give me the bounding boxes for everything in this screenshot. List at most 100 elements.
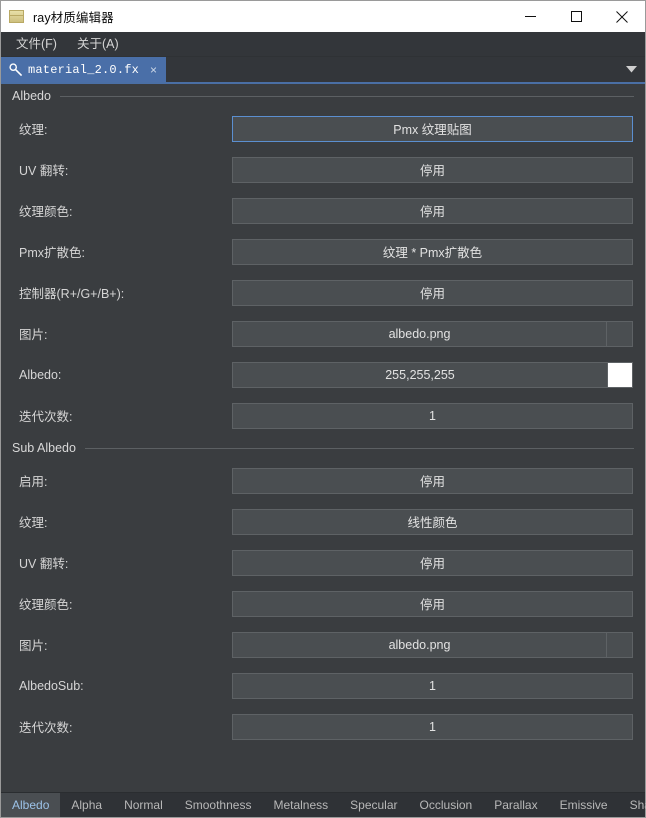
property-label: AlbedoSub: [19,678,84,693]
property-label: Pmx扩散色: [19,246,85,260]
property-row: 控制器(R+/G+/B+): 停用 [1,272,645,313]
document-tab-material[interactable]: material_2.0.fx × [1,57,167,82]
property-label: 纹理: [19,123,48,137]
combo-box[interactable]: 1 [232,713,633,740]
property-row: 迭代次数: 1 [1,395,645,436]
property-label: 纹理颜色: [19,598,73,612]
group-header: Sub Albedo [1,436,645,460]
property-control: albedo.png [232,320,633,347]
tab-overflow-button[interactable] [617,57,645,82]
property-control: 停用 [232,590,633,617]
material-editor-window: ray材质编辑器 文件(F) 关于(A) material_2.0.fx × A… [0,0,646,818]
menu-bar: 文件(F) 关于(A) [1,32,645,57]
property-row: 启用: 停用 [1,460,645,501]
group-albedo: Albedo 纹理: Pmx 纹理贴图 UV 翻转: 停用 纹理颜色: 停用 Pmx扩散色: 纹… [1,84,645,436]
combo-box[interactable]: 纹理 * Pmx扩散色 [232,238,633,265]
property-control: 纹理 * Pmx扩散色 [232,238,633,265]
combo-box[interactable]: 停用 [232,590,633,617]
combo-box[interactable]: Pmx 纹理贴图 [232,115,633,142]
document-tab-close-icon[interactable]: × [148,64,159,76]
menu-file[interactable]: 文件(F) [6,32,67,57]
combo-box[interactable]: albedo.png [232,320,607,347]
property-label: 图片: [19,639,48,653]
property-label: Albedo: [19,367,62,382]
property-label: UV 翻转: [19,164,69,178]
combo-box[interactable]: 停用 [232,279,633,306]
section-tab-albedo[interactable]: Albedo [1,793,61,817]
property-control: 停用 [232,549,633,576]
property-label: 控制器(R+/G+/B+): [19,287,125,301]
property-control: 1 [232,402,633,429]
document-tab-label: material_2.0.fx [28,62,140,77]
property-label: 启用: [19,475,48,489]
section-tab-shadingmodel[interactable]: ShadingModel [619,793,646,817]
property-control: 1 [232,713,633,740]
property-control: 停用 [232,279,633,306]
property-row: 纹理: 线性颜色 [1,501,645,542]
app-document-icon [9,10,24,23]
combo-box[interactable]: 1 [232,402,633,429]
property-label: 迭代次数: [19,410,73,424]
menu-about[interactable]: 关于(A) [67,32,129,57]
minimize-button[interactable] [507,1,553,32]
properties-panel: Albedo 纹理: Pmx 纹理贴图 UV 翻转: 停用 纹理颜色: 停用 Pmx扩散色: 纹… [1,84,645,792]
group-divider [84,447,634,449]
property-control: 停用 [232,156,633,183]
combo-box[interactable]: 停用 [232,549,633,576]
combo-box[interactable]: 停用 [232,197,633,224]
property-row: Albedo: 255,255,255 [1,354,645,395]
section-tab-smoothness[interactable]: Smoothness [174,793,263,817]
color-swatch-button[interactable] [608,361,633,388]
combo-box[interactable]: 停用 [232,467,633,494]
window-title: ray材质编辑器 [33,11,114,25]
combo-box[interactable]: 255,255,255 [232,361,608,388]
group-divider [59,95,634,97]
property-row: UV 翻转: 停用 [1,149,645,190]
section-tab-alpha[interactable]: Alpha [60,793,113,817]
property-control: 停用 [232,197,633,224]
property-label: UV 翻转: [19,557,69,571]
section-tab-metalness[interactable]: Metalness [262,793,339,817]
property-row: 图片: albedo.png [1,313,645,354]
close-button[interactable] [599,1,645,32]
combo-box[interactable]: 线性颜色 [232,508,633,535]
wrench-icon [9,62,23,77]
chevron-down-icon [625,66,637,73]
title-bar: ray材质编辑器 [1,1,645,32]
combo-box[interactable]: 1 [232,672,633,699]
property-row: AlbedoSub: 1 [1,665,645,706]
property-control: 1 [232,672,633,699]
property-row: Pmx扩散色: 纹理 * Pmx扩散色 [1,231,645,272]
property-row: 纹理: Pmx 纹理贴图 [1,108,645,149]
property-control: 线性颜色 [232,508,633,535]
window-controls [507,1,645,32]
property-label: 纹理颜色: [19,205,73,219]
property-row: 纹理颜色: 停用 [1,190,645,231]
property-label: 图片: [19,328,48,342]
group-title: Albedo [12,89,51,103]
property-control: 停用 [232,467,633,494]
section-tab-normal[interactable]: Normal [113,793,174,817]
property-row: UV 翻转: 停用 [1,542,645,583]
section-tab-specular[interactable]: Specular [339,793,408,817]
group-sub-albedo: Sub Albedo 启用: 停用 纹理: 线性颜色 UV 翻转: 停用 纹理颜色: 停用 图片:… [1,436,645,747]
combo-box[interactable]: albedo.png [232,631,607,658]
browse-file-button[interactable] [607,320,633,347]
property-control: 255,255,255 [232,361,633,388]
document-tab-strip: material_2.0.fx × [1,57,645,84]
group-header: Albedo [1,84,645,108]
section-tab-occlusion[interactable]: Occlusion [409,793,484,817]
property-control: Pmx 纹理贴图 [232,115,633,142]
property-label: 迭代次数: [19,721,73,735]
browse-file-button[interactable] [607,631,633,658]
property-row: 图片: albedo.png [1,624,645,665]
property-control: albedo.png [232,631,633,658]
property-row: 纹理颜色: 停用 [1,583,645,624]
maximize-button[interactable] [553,1,599,32]
section-tab-emissive[interactable]: Emissive [549,793,619,817]
property-label: 纹理: [19,516,48,530]
property-row: 迭代次数: 1 [1,706,645,747]
group-title: Sub Albedo [12,441,76,455]
combo-box[interactable]: 停用 [232,156,633,183]
section-tab-parallax[interactable]: Parallax [483,793,548,817]
